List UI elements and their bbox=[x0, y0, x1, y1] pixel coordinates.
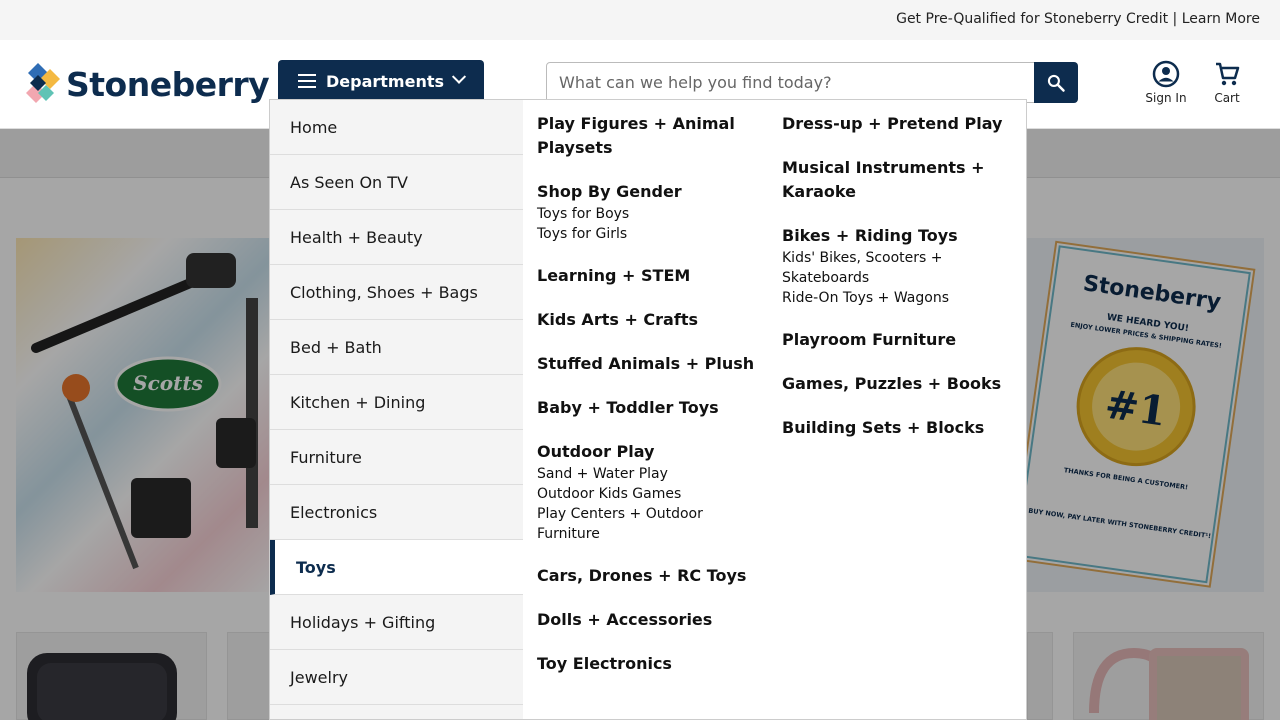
department-item-holidays-gifting[interactable]: Holidays + Gifting bbox=[270, 595, 523, 650]
category-link-dolls-accessories[interactable]: Dolls + Accessories bbox=[537, 608, 762, 632]
category-group: Kids Arts + Crafts bbox=[537, 308, 762, 332]
category-group: Building Sets + Blocks bbox=[782, 416, 1007, 440]
top-promo-bar: Get Pre-Qualified for Stoneberry Credit … bbox=[0, 0, 1280, 40]
department-item-furniture[interactable]: Furniture bbox=[270, 430, 523, 485]
separator: | bbox=[1172, 11, 1178, 27]
departments-mega-menu: Home As Seen On TV Health + Beauty Clothing… bbox=[269, 99, 1027, 720]
subcategory-link-ride-on-toys-wagons[interactable]: Ride-On Toys + Wagons bbox=[782, 288, 1007, 308]
subcategory-link-toys-for-boys[interactable]: Toys for Boys bbox=[537, 204, 762, 224]
category-link-baby-toddler-toys[interactable]: Baby + Toddler Toys bbox=[537, 396, 762, 420]
search-button[interactable] bbox=[1034, 62, 1078, 103]
subcategory-link-play-centers-outdoor-furniture[interactable]: Play Centers + Outdoor Furniture bbox=[537, 504, 762, 544]
account-icon bbox=[1152, 60, 1180, 88]
logo-mark-icon bbox=[24, 63, 64, 105]
subcategory-link-outdoor-kids-games[interactable]: Outdoor Kids Games bbox=[537, 484, 762, 504]
sign-in-label: Sign In bbox=[1145, 91, 1187, 105]
category-group: Learning + STEM bbox=[537, 264, 762, 288]
category-group: Stuffed Animals + Plush bbox=[537, 352, 762, 376]
cart-button[interactable]: Cart bbox=[1197, 60, 1257, 105]
cart-icon bbox=[1216, 62, 1240, 86]
learn-more-link[interactable]: Learn More bbox=[1182, 11, 1260, 27]
category-group: Toy Electronics bbox=[537, 652, 762, 676]
department-item-clothing-shoes-bags[interactable]: Clothing, Shoes + Bags bbox=[270, 265, 523, 320]
category-link-dress-up-pretend-play[interactable]: Dress-up + Pretend Play bbox=[782, 112, 1007, 136]
department-item-as-seen-on-tv[interactable]: As Seen On TV bbox=[270, 155, 523, 210]
category-link-playroom-furniture[interactable]: Playroom Furniture bbox=[782, 328, 1007, 352]
prequal-banner: Get Pre-Qualified for Stoneberry Credit … bbox=[896, 11, 1260, 27]
category-group: Play Figures + Animal Playsets bbox=[537, 112, 762, 160]
department-item-bed-bath[interactable]: Bed + Bath bbox=[270, 320, 523, 375]
hamburger-icon bbox=[298, 74, 316, 88]
toys-column-2: Dress-up + Pretend Play Musical Instrumen… bbox=[782, 112, 1007, 460]
category-group: Dolls + Accessories bbox=[537, 608, 762, 632]
department-item-kitchen-dining[interactable]: Kitchen + Dining bbox=[270, 375, 523, 430]
category-link-musical-instruments-karaoke[interactable]: Musical Instruments + Karaoke bbox=[782, 156, 1007, 204]
site-logo[interactable]: Stoneberry bbox=[24, 62, 270, 106]
department-item-home[interactable]: Home bbox=[270, 100, 523, 155]
category-link-building-sets-blocks[interactable]: Building Sets + Blocks bbox=[782, 416, 1007, 440]
search-box bbox=[546, 62, 1036, 103]
category-group: Musical Instruments + Karaoke bbox=[782, 156, 1007, 204]
category-group: Cars, Drones + RC Toys bbox=[537, 564, 762, 588]
department-item-electronics[interactable]: Electronics bbox=[270, 485, 523, 540]
category-group: Games, Puzzles + Books bbox=[782, 372, 1007, 396]
departments-button[interactable]: Departments bbox=[278, 60, 484, 102]
subcategory-link-kids-bikes-scooters-skateboards[interactable]: Kids' Bikes, Scooters + Skateboards bbox=[782, 248, 1007, 288]
category-group: Outdoor Play Sand + Water Play Outdoor Kid… bbox=[537, 440, 762, 544]
department-item-health-beauty[interactable]: Health + Beauty bbox=[270, 210, 523, 265]
category-group: Dress-up + Pretend Play bbox=[782, 112, 1007, 136]
category-link-learning-stem[interactable]: Learning + STEM bbox=[537, 264, 762, 288]
search-icon bbox=[1047, 74, 1065, 92]
toys-column-1: Play Figures + Animal Playsets Shop By Ge… bbox=[537, 112, 762, 696]
prequal-link[interactable]: Get Pre-Qualified for Stoneberry Credit bbox=[896, 11, 1168, 27]
departments-list: Home As Seen On TV Health + Beauty Clothing… bbox=[270, 100, 523, 719]
category-link-bikes-riding-toys[interactable]: Bikes + Riding Toys bbox=[782, 224, 1007, 248]
department-item-jewelry[interactable]: Jewelry bbox=[270, 650, 523, 705]
category-link-shop-by-gender[interactable]: Shop By Gender bbox=[537, 180, 762, 204]
logo-text: Stoneberry bbox=[66, 64, 270, 104]
category-link-kids-arts-crafts[interactable]: Kids Arts + Crafts bbox=[537, 308, 762, 332]
category-link-cars-drones-rc-toys[interactable]: Cars, Drones + RC Toys bbox=[537, 564, 762, 588]
department-item-toys[interactable]: Toys bbox=[270, 540, 523, 595]
category-link-stuffed-animals-plush[interactable]: Stuffed Animals + Plush bbox=[537, 352, 762, 376]
sign-in-button[interactable]: Sign In bbox=[1136, 60, 1196, 105]
subcategory-link-toys-for-girls[interactable]: Toys for Girls bbox=[537, 224, 762, 244]
category-link-toy-electronics[interactable]: Toy Electronics bbox=[537, 652, 762, 676]
chevron-down-icon bbox=[451, 69, 467, 84]
search-input[interactable] bbox=[547, 63, 1035, 102]
category-group: Baby + Toddler Toys bbox=[537, 396, 762, 420]
departments-label: Departments bbox=[326, 71, 445, 91]
category-group: Shop By Gender Toys for Boys Toys for Girl… bbox=[537, 180, 762, 244]
category-link-games-puzzles-books[interactable]: Games, Puzzles + Books bbox=[782, 372, 1007, 396]
category-link-outdoor-play[interactable]: Outdoor Play bbox=[537, 440, 762, 464]
category-link-play-figures-animal-playsets[interactable]: Play Figures + Animal Playsets bbox=[537, 112, 762, 160]
category-group: Bikes + Riding Toys Kids' Bikes, Scooters… bbox=[782, 224, 1007, 308]
category-group: Playroom Furniture bbox=[782, 328, 1007, 352]
cart-label: Cart bbox=[1214, 91, 1240, 105]
subcategory-link-sand-water-play[interactable]: Sand + Water Play bbox=[537, 464, 762, 484]
